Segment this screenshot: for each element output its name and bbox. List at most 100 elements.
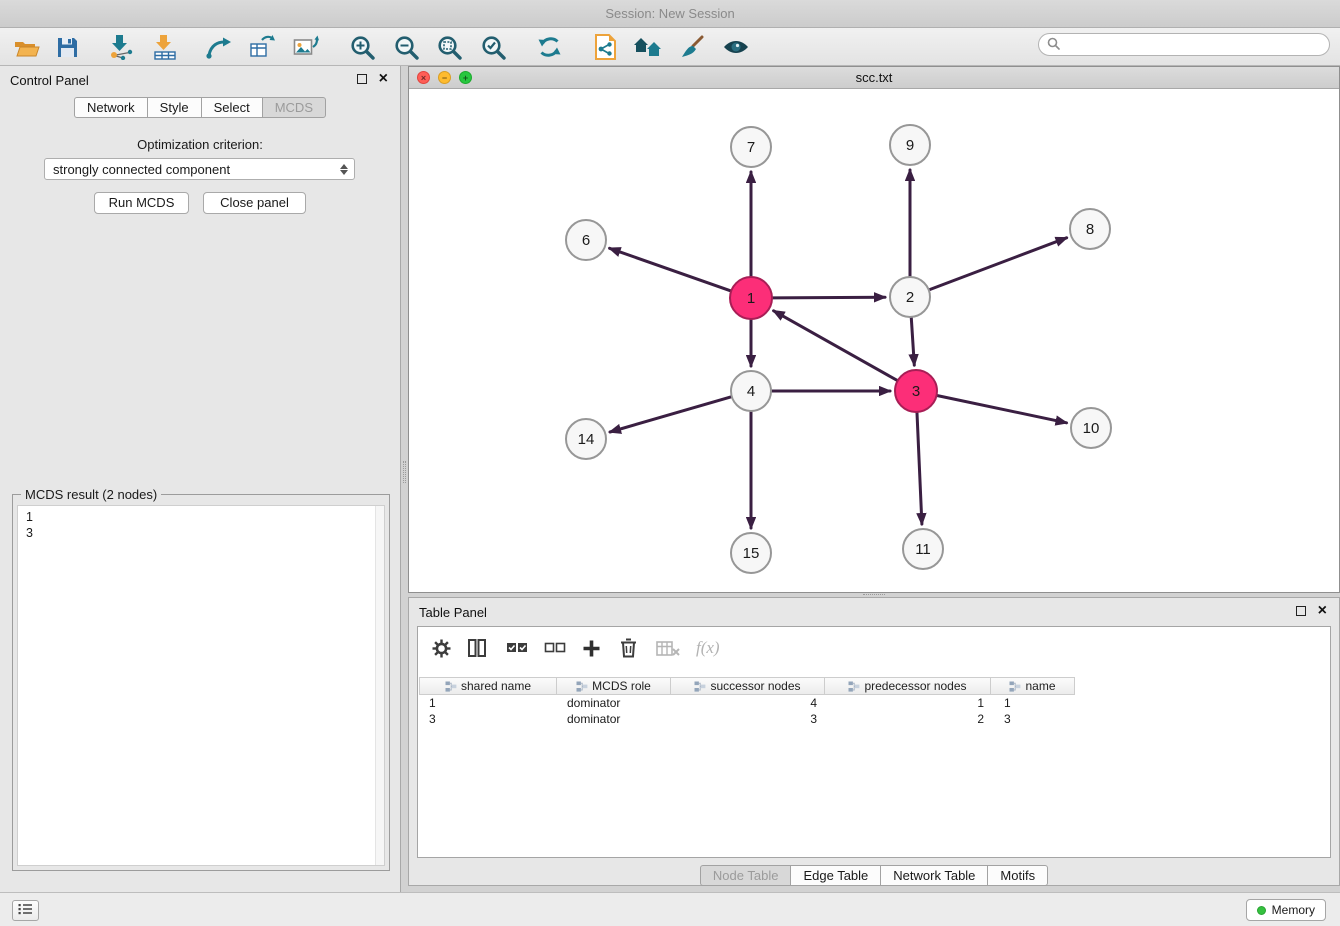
node-8[interactable]: 8 — [1070, 209, 1110, 249]
tab-style[interactable]: Style — [147, 97, 202, 118]
node-9[interactable]: 9 — [890, 125, 930, 165]
node-label: 11 — [915, 541, 931, 558]
edge-1-6[interactable] — [610, 248, 731, 290]
column-header-name[interactable]: name — [990, 677, 1075, 695]
close-panel-button[interactable]: Close panel — [203, 192, 306, 214]
close-panel-icon[interactable]: × — [379, 73, 388, 85]
float-panel-icon[interactable] — [1296, 606, 1306, 616]
new-network-icon[interactable] — [202, 32, 236, 62]
table-cell: 1 — [827, 695, 994, 711]
export-image-icon[interactable] — [289, 32, 323, 62]
select-all-columns-icon[interactable] — [506, 635, 528, 661]
memory-button[interactable]: Memory — [1246, 899, 1326, 921]
table-cell: 3 — [672, 711, 827, 727]
mcds-result-list[interactable]: 13 — [17, 505, 385, 866]
edge-2-8[interactable] — [930, 238, 1067, 290]
tab-edge-table[interactable]: Edge Table — [790, 865, 881, 886]
save-session-icon[interactable] — [50, 32, 84, 62]
node-label: 15 — [743, 545, 760, 562]
node-label: 7 — [747, 139, 755, 156]
column-header-mcds-role[interactable]: MCDS role — [556, 677, 671, 695]
table-cell: 3 — [419, 711, 557, 727]
edge-3-10[interactable] — [938, 396, 1067, 423]
scrollbar-track[interactable] — [375, 506, 384, 865]
refresh-icon[interactable] — [532, 32, 566, 62]
network-window-titlebar[interactable]: × − + scc.txt — [409, 67, 1339, 89]
control-panel-header: Control Panel × — [0, 66, 400, 94]
node-15[interactable]: 15 — [731, 533, 771, 573]
import-network-icon[interactable] — [104, 32, 138, 62]
zoom-out-icon[interactable] — [389, 32, 423, 62]
zoom-fit-icon[interactable] — [432, 32, 466, 62]
splitter-grip — [403, 461, 406, 483]
style-brush-icon[interactable] — [675, 32, 709, 62]
node-14[interactable]: 14 — [566, 419, 606, 459]
annotation-icon[interactable] — [588, 32, 622, 62]
criterion-value: strongly connected component — [53, 162, 340, 177]
close-window-button[interactable]: × — [417, 71, 430, 84]
delete-column-icon[interactable] — [620, 635, 637, 661]
table-cell: 3 — [994, 711, 1079, 727]
node-6[interactable]: 6 — [566, 220, 606, 260]
criterion-select[interactable]: strongly connected component — [44, 158, 355, 180]
node-11[interactable]: 11 — [903, 529, 943, 569]
add-column-icon[interactable] — [582, 635, 601, 661]
show-columns-icon[interactable] — [468, 635, 486, 661]
node-10[interactable]: 10 — [1071, 408, 1111, 448]
tab-network-table[interactable]: Network Table — [880, 865, 988, 886]
network-window-title: scc.txt — [856, 70, 893, 85]
column-header-successor-nodes[interactable]: successor nodes — [670, 677, 825, 695]
splitter-grip — [863, 594, 885, 596]
tab-select[interactable]: Select — [201, 97, 263, 118]
home-layout-icon[interactable] — [631, 32, 665, 62]
table-cell: dominator — [557, 695, 672, 711]
unselect-all-columns-icon[interactable] — [544, 635, 566, 661]
import-table-icon[interactable] — [148, 32, 182, 62]
zoom-window-button[interactable]: + — [459, 71, 472, 84]
node-label: 1 — [747, 290, 755, 307]
tab-motifs[interactable]: Motifs — [987, 865, 1048, 886]
edge-1-2[interactable] — [773, 297, 885, 298]
column-header-shared-name[interactable]: shared name — [419, 677, 557, 695]
vertical-splitter[interactable] — [401, 66, 408, 892]
status-bar: Memory — [0, 892, 1340, 926]
network-graph[interactable]: 7 9 6 8 1 2 4 3 14 10 15 11 — [409, 89, 1339, 592]
zoom-selected-icon[interactable] — [476, 32, 510, 62]
node-4[interactable]: 4 — [731, 371, 771, 411]
clone-network-icon[interactable] — [245, 32, 279, 62]
search-input[interactable] — [1066, 37, 1321, 52]
zoom-in-icon[interactable] — [345, 32, 379, 62]
open-session-icon[interactable] — [10, 32, 44, 62]
table-row[interactable]: 3dominator323 — [419, 711, 1329, 727]
table-settings-gear-icon[interactable] — [432, 635, 451, 661]
tab-mcds[interactable]: MCDS — [262, 97, 326, 118]
node-1[interactable]: 1 — [730, 277, 772, 319]
tab-network[interactable]: Network — [74, 97, 148, 118]
column-header-predecessor-nodes[interactable]: predecessor nodes — [824, 677, 991, 695]
edge-3-11[interactable] — [917, 413, 922, 524]
node-2[interactable]: 2 — [890, 277, 930, 317]
edge-2-3[interactable] — [911, 318, 914, 365]
function-builder-icon: f(x) — [696, 635, 720, 661]
float-panel-icon[interactable] — [357, 74, 367, 84]
combo-arrows-icon — [340, 164, 348, 175]
run-mcds-button[interactable]: Run MCDS — [94, 192, 189, 214]
close-panel-icon[interactable]: × — [1318, 605, 1327, 617]
network-view-window: × − + scc.txt 7 9 6 8 1 2 4 3 14 10 15 11 — [408, 66, 1340, 593]
control-panel: Control Panel × NetworkStyleSelectMCDS O… — [0, 66, 401, 892]
memory-label: Memory — [1272, 903, 1315, 917]
edge-3-1[interactable] — [774, 311, 897, 380]
edge-4-14[interactable] — [610, 397, 731, 432]
node-7[interactable]: 7 — [731, 127, 771, 167]
node-3[interactable]: 3 — [895, 370, 937, 412]
search-box[interactable] — [1038, 33, 1330, 56]
minimize-window-button[interactable]: − — [438, 71, 451, 84]
node-label: 14 — [578, 431, 595, 448]
status-list-button[interactable] — [12, 900, 39, 921]
show-hide-icon[interactable] — [719, 32, 753, 62]
table-row[interactable]: 1dominator411 — [419, 695, 1329, 711]
mcds-result-group: MCDS result (2 nodes) 13 — [12, 494, 390, 871]
table-panel: Table Panel × f(x) shared nameMCDS ro — [408, 597, 1340, 886]
node-table-body: 1dominator4113dominator323 — [419, 695, 1329, 727]
tab-node-table[interactable]: Node Table — [700, 865, 792, 886]
